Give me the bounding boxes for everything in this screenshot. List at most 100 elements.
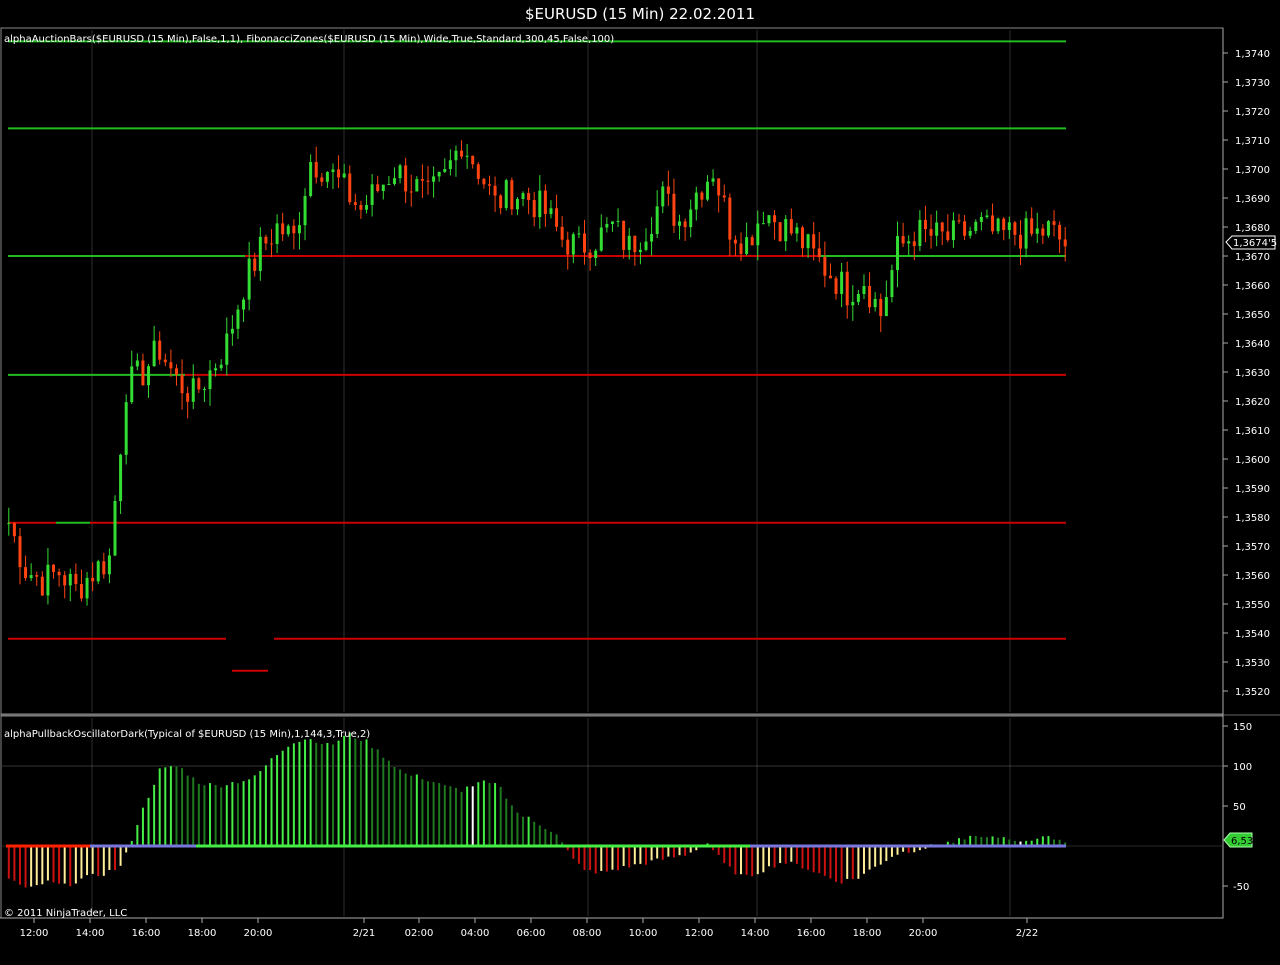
candle-body (543, 190, 547, 215)
candle-body (896, 236, 900, 271)
up-candle (627, 228, 631, 260)
candle-body (448, 160, 452, 170)
candle-body (141, 360, 145, 386)
down-candle (1002, 217, 1006, 241)
down-candle (57, 568, 61, 587)
down-candle (359, 200, 363, 219)
candle-body (460, 150, 464, 157)
up-candle (896, 221, 900, 288)
candle-body (465, 155, 469, 157)
down-candle (409, 174, 413, 207)
down-candle (12, 522, 16, 543)
candle-body (801, 227, 804, 249)
price-tick-label: 1,3580 (1235, 513, 1270, 524)
time-tick-label: 08:00 (573, 928, 602, 939)
candle-body (745, 237, 749, 255)
oscillator-series (6, 732, 1067, 888)
candle-body (348, 173, 352, 203)
up-candle (236, 304, 240, 340)
up-candle (979, 212, 983, 231)
candle-body (426, 180, 430, 182)
down-candle (270, 229, 273, 257)
up-candle (113, 495, 117, 556)
up-candle (968, 226, 972, 239)
down-candle (845, 261, 849, 319)
time-tick-label: 2/22 (1016, 928, 1038, 939)
up-candle (1007, 216, 1011, 239)
down-candle (35, 571, 39, 586)
down-candle (957, 213, 961, 224)
up-candle (577, 226, 581, 239)
candle-body (1058, 224, 1062, 240)
down-candle (74, 563, 78, 591)
up-candle (392, 167, 396, 186)
up-candle (918, 210, 922, 252)
candle-body (538, 190, 542, 218)
down-candle (812, 221, 816, 261)
down-candle (180, 359, 184, 410)
candle-body (230, 328, 234, 334)
candle-body (471, 155, 475, 165)
up-candle (258, 227, 262, 281)
up-candle (745, 222, 749, 256)
candle-body (1046, 221, 1050, 236)
up-candle (996, 217, 1000, 235)
down-candle (141, 353, 145, 386)
down-candle (834, 276, 838, 300)
candle-body (678, 221, 682, 226)
candle-body (292, 225, 296, 234)
price-tick-label: 1,3540 (1235, 629, 1270, 640)
candle-body (616, 220, 620, 222)
up-candle (856, 289, 860, 306)
candle-body (124, 402, 128, 455)
down-candle (348, 165, 352, 205)
candle-body (130, 366, 134, 403)
candle-body (214, 368, 218, 371)
candle-body (270, 243, 273, 245)
down-candle (79, 569, 83, 602)
up-candle (448, 149, 452, 176)
osc-tick-label: 50 (1233, 802, 1246, 813)
down-candle (583, 219, 587, 265)
candle-body (873, 298, 877, 308)
candle-body (180, 374, 184, 394)
up-candle (309, 154, 313, 198)
candle-body (767, 215, 771, 224)
price-tick-label: 1,3620 (1235, 397, 1270, 408)
up-candle (806, 233, 810, 258)
candle-body (828, 275, 832, 279)
down-candle (493, 176, 497, 212)
candle-body (577, 233, 581, 235)
price-tick-label: 1,3630 (1235, 368, 1270, 379)
candlestick-series (7, 140, 1067, 606)
candle-body (823, 256, 827, 276)
time-tick-label: 18:00 (853, 928, 882, 939)
time-tick-label: 16:00 (132, 928, 161, 939)
current-osc-label: 6,53 (1231, 836, 1253, 847)
current-osc-marker: 6,53 (1223, 832, 1253, 848)
down-candle (91, 562, 95, 592)
candle-body (935, 222, 939, 236)
down-candle (426, 165, 430, 195)
candle-body (487, 184, 491, 186)
up-candle (96, 559, 100, 585)
candle-body (331, 169, 335, 173)
candle-body (297, 225, 301, 234)
candle-body (281, 223, 285, 235)
candle-body (633, 235, 637, 253)
down-candle (169, 349, 173, 377)
candle-body (91, 577, 95, 582)
down-candle (532, 192, 536, 227)
current-price-label: 1,3674'5 (1233, 238, 1277, 249)
candle-body (605, 223, 609, 228)
down-candle (404, 157, 408, 204)
candle-body (940, 222, 944, 232)
up-candle (191, 364, 195, 410)
chart-canvas[interactable]: 1,3740 1,3730 1,3720 1,3710 1,3700 1,3690 1,36… (0, 0, 1280, 965)
candle-body (862, 286, 866, 294)
up-candle (454, 145, 458, 177)
up-candle (655, 190, 659, 238)
up-candle (644, 228, 648, 252)
down-candle (733, 235, 737, 257)
up-candle (437, 171, 441, 182)
